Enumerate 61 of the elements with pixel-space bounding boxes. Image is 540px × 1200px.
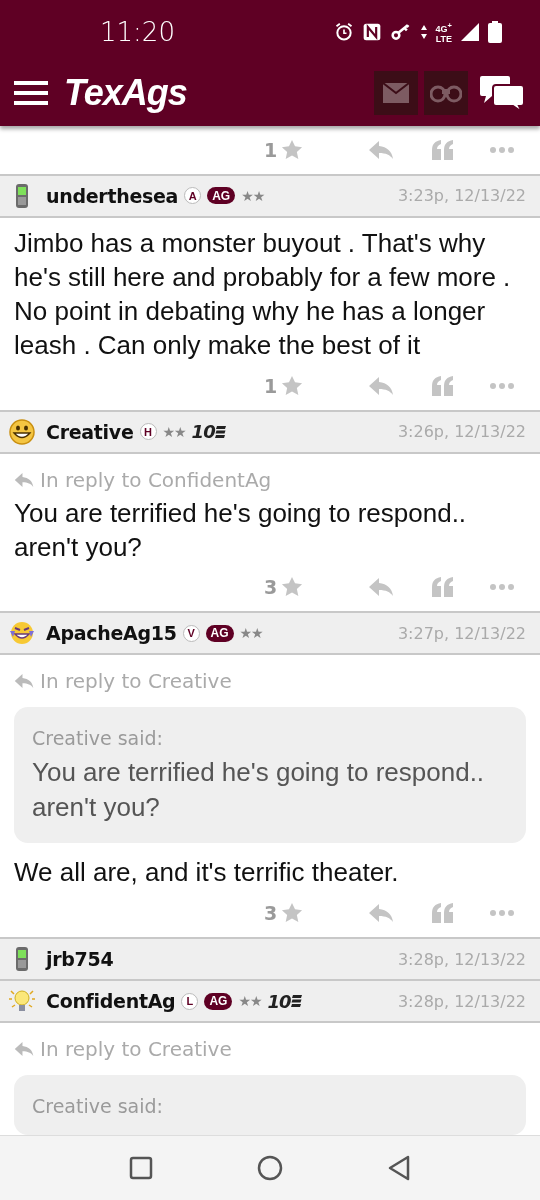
post-time: 3:28p, 12/13/22 bbox=[397, 991, 526, 1011]
like-count[interactable]: 3 bbox=[264, 576, 278, 599]
username[interactable]: ConfidentAg bbox=[46, 990, 176, 1012]
post-time: 3:28p, 12/13/22 bbox=[397, 949, 526, 969]
lines-icon bbox=[290, 994, 302, 1008]
recents-icon[interactable] bbox=[129, 1156, 153, 1180]
post-text: We all are, and it's terrific theater. bbox=[13, 856, 400, 890]
reply-to-link[interactable]: In reply to Creative bbox=[40, 669, 232, 694]
network-type: LTE bbox=[435, 33, 452, 44]
post-time: 3:26p, 12/13/22 bbox=[397, 422, 526, 441]
home-icon[interactable] bbox=[257, 1155, 283, 1181]
battery-icon bbox=[488, 21, 502, 43]
avatar-icon bbox=[8, 417, 36, 446]
messages-button[interactable] bbox=[374, 71, 418, 115]
reply-to-link[interactable]: In reply to Creative bbox=[40, 1037, 232, 1061]
user-tag: V bbox=[182, 624, 200, 642]
reply-to-link[interactable]: In reply to ConfidentAg bbox=[40, 467, 272, 492]
back-icon[interactable] bbox=[387, 1155, 411, 1181]
data-arrows-icon bbox=[419, 24, 428, 40]
like-count[interactable]: 3 bbox=[264, 902, 278, 925]
chat-icon[interactable] bbox=[480, 74, 524, 112]
user-tag: AG bbox=[207, 187, 236, 205]
username[interactable]: underthesea bbox=[46, 184, 179, 207]
mail-icon bbox=[383, 83, 409, 103]
rank-stars: ★★ bbox=[162, 423, 186, 440]
tier-label: 10 bbox=[191, 421, 215, 442]
rank-stars: ★★ bbox=[241, 187, 265, 204]
user-tag: H bbox=[139, 423, 157, 440]
username[interactable]: ApacheAg15 bbox=[46, 622, 177, 645]
quote-text: You are terrified he's going to respond.. aren't you? bbox=[32, 756, 486, 825]
signal-icon bbox=[460, 22, 480, 42]
lines-icon bbox=[214, 424, 226, 439]
username[interactable]: Creative bbox=[46, 420, 134, 443]
like-count[interactable]: 1 bbox=[264, 138, 278, 161]
alarm-icon bbox=[333, 22, 354, 42]
user-tag: A bbox=[184, 187, 202, 205]
rank-stars: ★★ bbox=[239, 625, 263, 642]
rank-stars: ★★ bbox=[238, 993, 262, 1009]
clock-time: 11:20 bbox=[100, 17, 175, 47]
reply-icon bbox=[14, 471, 34, 488]
like-count[interactable]: 1 bbox=[264, 374, 278, 397]
username[interactable]: jrb754 bbox=[46, 948, 114, 970]
nfc-icon bbox=[361, 22, 382, 42]
user-tag: L bbox=[181, 992, 199, 1010]
post-time: 3:23p, 12/13/22 bbox=[397, 186, 526, 206]
key-icon bbox=[389, 22, 412, 42]
post-text: Jimbo has a monster buyout . That's why he's still here and probably for a few more . No point in debating why he has a longer leash . Can only make the best of it bbox=[13, 226, 512, 362]
post-time: 3:27p, 12/13/22 bbox=[397, 623, 526, 643]
menu-icon[interactable] bbox=[14, 81, 48, 105]
network-label: 4G$^{+}$ bbox=[435, 20, 452, 34]
user-tag: AG bbox=[205, 624, 234, 642]
site-logo[interactable]: TexAgs bbox=[64, 72, 187, 114]
search-button[interactable] bbox=[424, 71, 468, 115]
quote-author: Creative said: bbox=[32, 727, 164, 750]
post-text: You are terrified he's going to respond.. aren't you? bbox=[13, 496, 468, 564]
reply-icon bbox=[14, 1041, 34, 1057]
quote-author: Creative said: bbox=[32, 1095, 164, 1117]
tier-label: 10 bbox=[267, 990, 291, 1012]
reply-icon bbox=[14, 673, 34, 690]
user-tag: AG bbox=[204, 992, 233, 1010]
binoculars-icon bbox=[430, 83, 462, 103]
